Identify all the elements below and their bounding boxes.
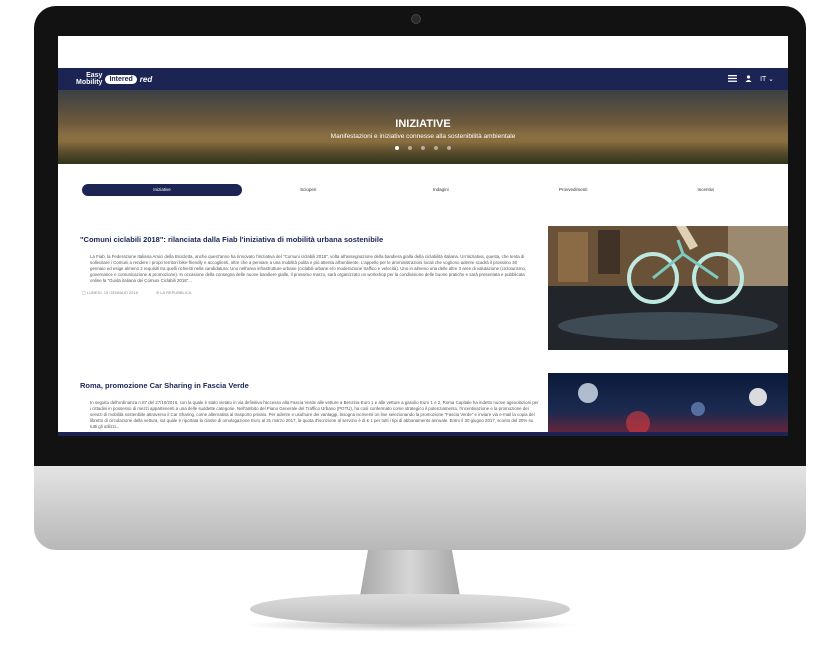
article-body: In seguito dell'ordinanza n.87 del 27/10… (90, 400, 539, 429)
nav-actions: IT ⌄ (728, 74, 774, 84)
monitor-stand-foot (250, 594, 570, 624)
hero-title: INIZIATIVE (395, 118, 451, 130)
article-source-item: ⊘ LA REPUBBLICA (156, 290, 192, 295)
user-icon[interactable] (745, 74, 752, 84)
menu-icon[interactable] (728, 74, 738, 84)
language-selector[interactable]: IT ⌄ (760, 75, 774, 83)
language-label: IT (760, 76, 767, 83)
carousel-dot[interactable] (408, 146, 412, 150)
webcam (411, 14, 421, 24)
article-date-item: ▢ LUNEDI, 15 GENNAIO 2018 (82, 290, 138, 295)
tab-indagini[interactable]: Indagini (375, 184, 508, 196)
hero-subtitle: Manifestazioni e iniziative connesse all… (330, 133, 516, 140)
browser-top (58, 36, 788, 68)
calendar-icon: ▢ (82, 290, 86, 295)
tab-incentivi[interactable]: Incentivi (640, 184, 773, 196)
monitor-stand-neck (360, 550, 460, 596)
tab-scioperi[interactable]: Scioperi (242, 184, 375, 196)
article-date: LUNEDI, 15 GENNAIO 2018 (86, 290, 138, 295)
tab-iniziative[interactable]: Iniziative (82, 184, 242, 196)
navbar: Easy Mobility Intered red IT ⌄ (58, 68, 788, 90)
article-image[interactable] (548, 226, 788, 350)
article-body: La Fiab, la Federazione Italiana Amici d… (90, 254, 527, 283)
carousel-dots (58, 146, 788, 150)
screen-bottom-bar (58, 432, 788, 436)
link-icon: ⊘ (155, 290, 160, 295)
article-image[interactable] (548, 373, 788, 436)
monitor-chin (34, 466, 806, 550)
logo-suffix: red (139, 74, 153, 84)
site-logo[interactable]: Easy Mobility Intered red (76, 72, 152, 86)
category-tabs: Iniziative Scioperi Indagini Provvedimen… (82, 184, 772, 196)
carousel-dot[interactable] (447, 146, 451, 150)
tab-provvedimenti[interactable]: Provvedimenti (507, 184, 640, 196)
article-source: LA REPUBBLICA (160, 290, 192, 295)
chevron-down-icon: ⌄ (768, 76, 774, 83)
carousel-dot[interactable] (434, 146, 438, 150)
hero-banner: INIZIATIVE Manifestazioni e iniziative c… (58, 90, 788, 164)
carousel-dot[interactable] (421, 146, 425, 150)
carousel-dot[interactable] (395, 146, 399, 150)
logo-text: Easy Mobility (76, 72, 102, 86)
logo-badge: Intered (105, 74, 137, 84)
screen: Easy Mobility Intered red IT ⌄ INIZIATIV… (58, 36, 788, 436)
logo-line2: Mobility (76, 79, 103, 86)
logo-line1: Easy (86, 72, 103, 79)
